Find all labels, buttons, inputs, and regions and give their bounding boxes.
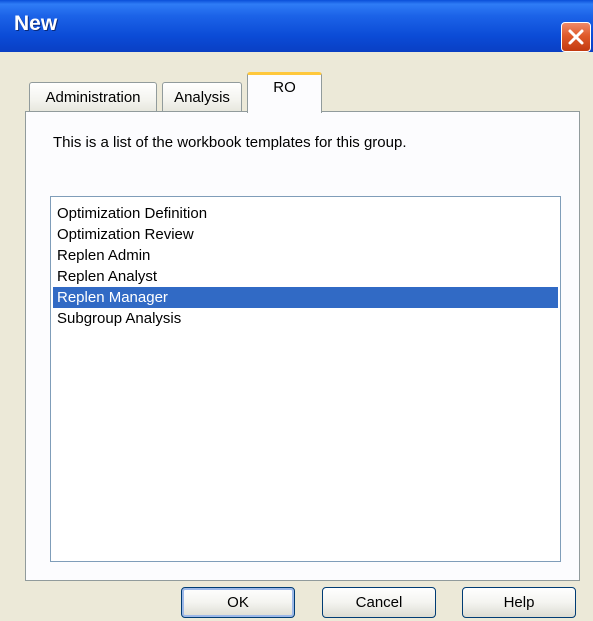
cancel-button[interactable]: Cancel: [322, 587, 436, 618]
tab-label: Analysis: [174, 89, 230, 106]
title-bar[interactable]: New: [0, 0, 593, 52]
ok-button[interactable]: OK: [181, 587, 295, 618]
help-button[interactable]: Help: [462, 587, 576, 618]
tab-analysis[interactable]: Analysis: [162, 82, 242, 112]
template-listbox[interactable]: Optimization Definition Optimization Rev…: [50, 196, 561, 562]
tab-label: Administration: [45, 89, 141, 106]
tab-administration[interactable]: Administration: [29, 82, 157, 112]
new-dialog: New Administration Analysis RO This is a…: [0, 0, 593, 621]
description-text: This is a list of the workbook templates…: [53, 134, 407, 151]
list-item-selected[interactable]: Replen Manager: [53, 287, 558, 308]
list-item[interactable]: Replen Analyst: [53, 266, 558, 287]
window-title: New: [14, 12, 58, 35]
list-item[interactable]: Replen Admin: [53, 245, 558, 266]
list-item[interactable]: Optimization Definition: [53, 203, 558, 224]
close-button[interactable]: [561, 22, 591, 52]
list-item[interactable]: Optimization Review: [53, 224, 558, 245]
tab-ro[interactable]: RO: [247, 72, 322, 113]
list-item[interactable]: Subgroup Analysis: [53, 308, 558, 329]
tab-label: RO: [273, 79, 296, 96]
tab-page-ro: This is a list of the workbook templates…: [25, 111, 580, 581]
